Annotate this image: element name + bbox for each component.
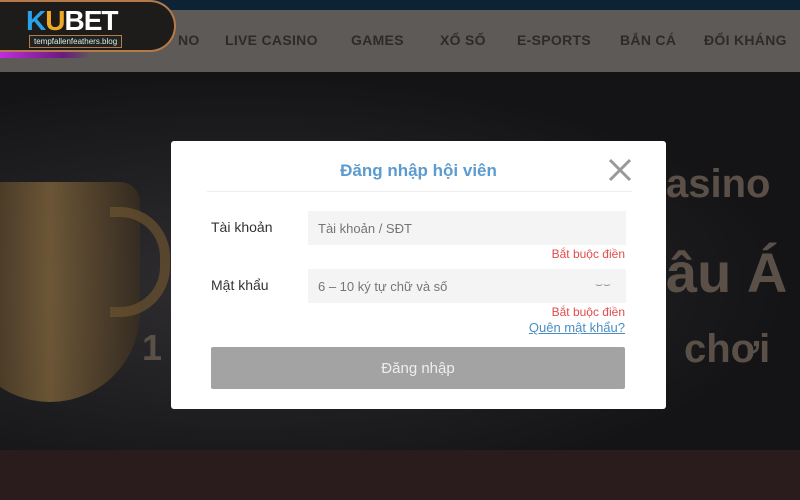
trophy-handle <box>110 207 170 317</box>
nav-item-live-casino[interactable]: LIVE CASINO <box>225 32 318 48</box>
eye-closed-icon[interactable]: ⌣⌣ <box>595 277 611 292</box>
nav-item-fighting[interactable]: ĐỔI KHÁNG <box>704 32 787 48</box>
account-label: Tài khoản <box>211 219 273 235</box>
account-input[interactable] <box>308 211 626 245</box>
hero-text: chơi <box>684 327 771 371</box>
password-label: Mật khẩu <box>211 277 269 293</box>
close-icon[interactable] <box>607 157 633 183</box>
divider <box>207 191 632 192</box>
logo[interactable]: KUBET tempfallenfeathers.blog <box>0 0 176 52</box>
password-error: Bắt buộc điền <box>551 305 625 319</box>
bottom-strip <box>0 450 800 500</box>
modal-title: Đăng nhập hội viên <box>340 161 497 180</box>
hero-text: âu Á <box>666 241 788 304</box>
login-modal: Đăng nhập hội viên Tài khoản Bắt buộc đi… <box>171 141 666 409</box>
hero-text: 1 <box>142 327 163 368</box>
hero-text: asino <box>666 162 771 206</box>
nav-item-fishing[interactable]: BẮN CÁ <box>620 32 676 48</box>
password-input[interactable] <box>308 269 626 303</box>
login-button[interactable]: Đăng nhập <box>211 347 625 389</box>
account-error: Bắt buộc điền <box>551 247 625 261</box>
logo-wordmark: KUBET <box>26 5 118 36</box>
nav-item-esports[interactable]: E-SPORTS <box>517 32 591 48</box>
nav-item-lottery[interactable]: XỔ SỐ <box>440 32 486 48</box>
nav-item-games[interactable]: GAMES <box>351 32 404 48</box>
nav-item-casino[interactable]: NO <box>178 32 200 48</box>
forgot-password-link[interactable]: Quên mật khẩu? <box>529 320 625 335</box>
logo-url: tempfallenfeathers.blog <box>29 35 123 48</box>
